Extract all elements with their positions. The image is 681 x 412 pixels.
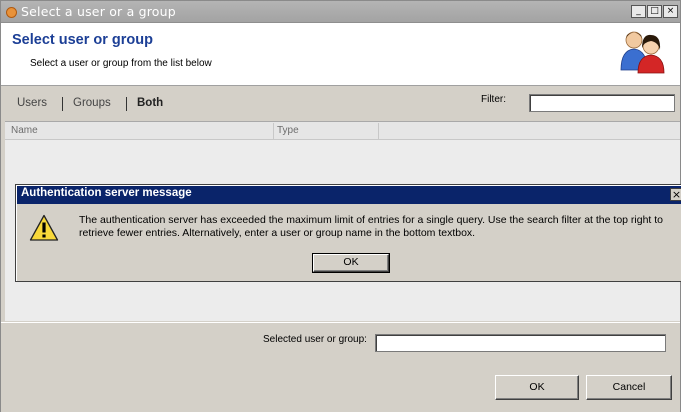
dialog-message: The authentication server has exceeded t… [79, 214, 664, 239]
ok-button[interactable]: OK [495, 375, 579, 400]
maximize-button[interactable]: □ [647, 5, 662, 18]
tab-users[interactable]: Users [17, 97, 47, 109]
selected-user-input[interactable] [375, 334, 666, 352]
view-tabs: Users Groups Both Filter: [1, 87, 680, 120]
auth-server-message-dialog: Authentication server message × The auth… [15, 184, 681, 282]
close-button[interactable]: × [663, 5, 678, 18]
column-divider[interactable] [378, 123, 379, 139]
filter-label: Filter: [481, 94, 506, 105]
tab-separator [62, 97, 63, 111]
app-icon [6, 7, 17, 18]
users-icon [620, 31, 665, 74]
tab-both[interactable]: Both [137, 97, 163, 109]
filter-input[interactable] [529, 94, 675, 112]
dialog-titlebar[interactable]: Authentication server message × [17, 186, 681, 204]
column-header-type[interactable]: Type [277, 125, 299, 136]
dialog-header: Select user or group Select a user or gr… [1, 23, 680, 86]
page-title: Select user or group [12, 32, 154, 48]
warning-icon [29, 214, 59, 241]
dialog-close-button[interactable]: × [670, 188, 681, 201]
page-subtitle: Select a user or group from the list bel… [30, 58, 212, 69]
dialog-title: Authentication server message [21, 187, 192, 199]
tab-groups[interactable]: Groups [73, 97, 111, 109]
minimize-button[interactable]: _ [631, 5, 646, 18]
dialog-ok-button[interactable]: OK [312, 253, 390, 273]
selection-footer: Selected user or group: OK Cancel [1, 322, 680, 412]
list-column-header: Name Type [5, 122, 680, 140]
column-divider[interactable] [273, 123, 274, 139]
selected-user-label: Selected user or group: [263, 334, 367, 345]
tab-separator [126, 97, 127, 111]
column-header-name[interactable]: Name [11, 125, 38, 136]
window-title: Select a user or a group [21, 4, 176, 19]
window-titlebar[interactable]: Select a user or a group _ □ × [1, 1, 680, 23]
select-user-or-group-window: Select a user or a group _ □ × Select us… [0, 0, 681, 412]
cancel-button[interactable]: Cancel [586, 375, 672, 400]
